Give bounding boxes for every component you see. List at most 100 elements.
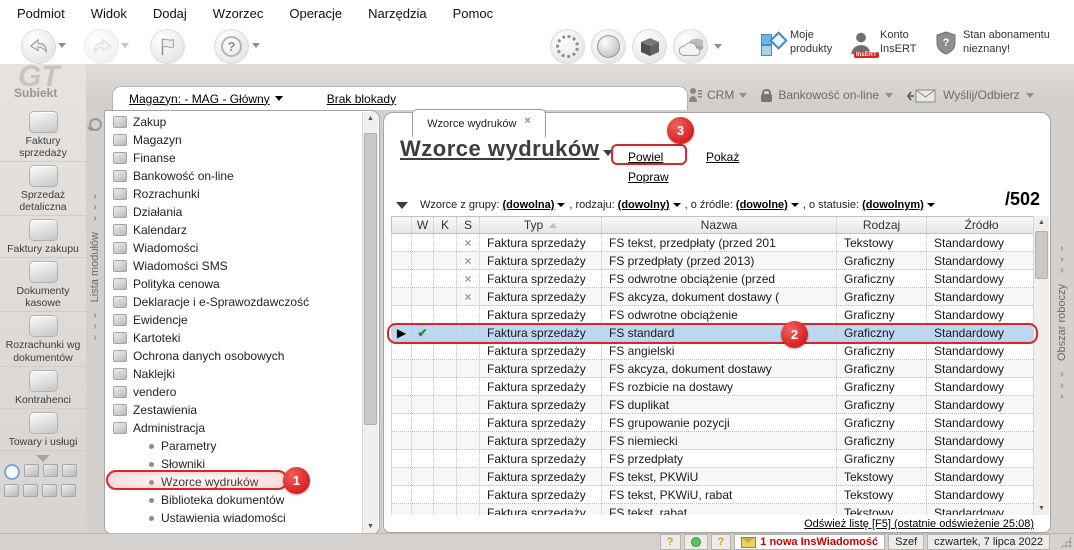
sphere-button[interactable] [591, 29, 626, 64]
filter-value-link[interactable]: (dowolna) [502, 199, 554, 211]
sidebar-item[interactable]: Faktury sprzedaży [0, 108, 86, 163]
module-item[interactable]: Ewidencje [107, 311, 361, 329]
column-header[interactable]: S [457, 217, 480, 233]
moje-produkty-button[interactable]: Moje produkty [760, 29, 832, 57]
inswiadomosc-button[interactable]: 1 nowa InsWiadomość [734, 534, 886, 550]
tab-close-icon[interactable]: × [524, 115, 530, 127]
module-sub-item[interactable]: Biblioteka dokumentów [107, 491, 361, 509]
module-sub-item[interactable]: Parametry [107, 437, 361, 455]
menu-item[interactable]: Pomoc [440, 2, 506, 25]
module-item[interactable]: Kartoteki [107, 329, 361, 347]
sidebar-more-chevron[interactable] [36, 454, 50, 462]
table-row[interactable]: Faktura sprzedaży FS angielski Graficzny… [392, 342, 1035, 360]
sync-button[interactable] [550, 29, 585, 64]
help-status-button[interactable]: ? [710, 534, 732, 550]
menu-item[interactable]: Widok [78, 2, 140, 25]
module-sub-item[interactable]: Ustawienia wiadomości [107, 509, 361, 527]
table-row[interactable]: Faktura sprzedaży FS tekst, PKWiU Teksto… [392, 468, 1035, 486]
column-header[interactable]: Typ [480, 217, 602, 233]
mini-module-icon[interactable] [4, 463, 20, 480]
module-item[interactable]: Finanse [107, 149, 361, 167]
filter-value-link[interactable]: (dowolnym) [862, 199, 924, 211]
module-item[interactable]: Wiadomości SMS [107, 257, 361, 275]
module-item[interactable]: Rozrachunki [107, 185, 361, 203]
forward-button[interactable] [84, 29, 119, 64]
sidebar-item[interactable]: Kontrahenci [0, 367, 86, 409]
konto-insert-button[interactable]: InsERT Konto InsERT [848, 29, 916, 58]
cube-button[interactable] [632, 29, 667, 64]
scroll-up-icon[interactable]: ▲ [367, 112, 374, 125]
module-strip-label[interactable]: Lista modułów [89, 232, 101, 302]
table-row[interactable]: × Faktura sprzedaży FS odwrotne obciążen… [392, 270, 1035, 288]
module-item[interactable]: Działania [107, 203, 361, 221]
filter-caret-icon[interactable] [557, 203, 566, 207]
module-item[interactable]: Deklaracje i e-Sprawozdawczość [107, 293, 361, 311]
filter-caret-icon[interactable] [926, 203, 935, 207]
mini-module-icon[interactable] [24, 463, 39, 477]
column-header[interactable]: Rodzaj [837, 217, 927, 233]
help-dropdown-caret[interactable] [252, 43, 260, 48]
module-item[interactable]: Zakup [107, 113, 361, 131]
sidebar-item[interactable]: Rozrachunki wg dokumentów [0, 312, 86, 367]
scrollbar-thumb[interactable] [364, 133, 377, 425]
module-item[interactable]: Ochrona danych osobowych [107, 347, 361, 365]
wyslij-odbierz-button[interactable]: Wyślij/Odbierz [907, 86, 1034, 104]
popraw-link[interactable]: Popraw [628, 170, 669, 184]
mini-module-icon[interactable] [62, 463, 77, 477]
module-list-scrollbar[interactable]: ▲ ▼ [362, 112, 378, 533]
table-row[interactable]: Faktura sprzedaży FS niemiecki Graficzny… [392, 432, 1035, 450]
table-row[interactable]: Faktura sprzedaży FS rozbicie na dostawy… [392, 378, 1035, 396]
module-item[interactable]: Administracja [107, 419, 361, 437]
crm-button[interactable]: CRM [688, 87, 748, 103]
stan-abonamentu-button[interactable]: ? Stan abonamentu nieznany! [935, 29, 1050, 57]
column-header[interactable]: Nazwa [602, 217, 837, 233]
workspace-strip-label[interactable]: Obszar roboczy [1056, 284, 1068, 361]
sidebar-item[interactable]: Dokumenty kasowe [0, 258, 86, 313]
mini-module-icon[interactable] [42, 483, 57, 497]
column-header[interactable] [392, 217, 412, 233]
filter-caret-icon[interactable] [672, 203, 681, 207]
scrollbar-thumb[interactable] [1035, 231, 1048, 279]
column-header[interactable]: W [412, 217, 434, 233]
module-item[interactable]: Kalendarz [107, 221, 361, 239]
help-status-button[interactable]: ? [659, 534, 681, 550]
filter-caret-icon[interactable] [790, 203, 799, 207]
scroll-down-icon[interactable]: ▼ [367, 520, 374, 533]
sidebar-item[interactable]: Faktury zakupu [0, 216, 86, 259]
table-row[interactable]: × Faktura sprzedaży FS przedpłaty (przed… [392, 252, 1035, 270]
table-row[interactable]: Faktura sprzedaży FS tekst, rabat Teksto… [392, 504, 1035, 515]
mini-module-icon[interactable] [61, 483, 76, 497]
back-button[interactable] [21, 29, 56, 64]
brak-blokady-link[interactable]: Brak blokady [327, 92, 396, 106]
page-title[interactable]: Wzorce wydruków [400, 136, 614, 162]
scroll-up-icon[interactable]: ▲ [1038, 216, 1045, 229]
flag-button[interactable] [150, 29, 185, 64]
module-item[interactable]: Bankowość on-line [107, 167, 361, 185]
menu-item[interactable]: Dodaj [140, 2, 200, 25]
cloud-database-button[interactable] [673, 29, 708, 64]
filter-value-link[interactable]: (dowolne) [736, 199, 788, 211]
table-row[interactable]: Faktura sprzedaży FS akcyza, dokument do… [392, 360, 1035, 378]
scroll-down-icon[interactable]: ▼ [1038, 502, 1045, 515]
table-row[interactable]: × Faktura sprzedaży FS akcyza, dokument … [392, 288, 1035, 306]
table-row[interactable]: Faktura sprzedaży FS duplikat Graficzny … [392, 396, 1035, 414]
magazyn-dropdown-caret[interactable] [274, 96, 283, 101]
bankowosc-button[interactable]: Bankowość on-line [761, 88, 894, 102]
help-button[interactable]: ? [214, 29, 249, 64]
menu-item[interactable]: Wzorzec [200, 2, 277, 25]
pokaz-link[interactable]: Pokaż [706, 150, 739, 164]
table-row[interactable]: Faktura sprzedaży FS przedpłaty Graficzn… [392, 450, 1035, 468]
sidebar-item[interactable]: Towary i usługi [0, 409, 86, 451]
user-cell[interactable]: Szef [888, 534, 925, 550]
back-dropdown-caret[interactable] [58, 43, 66, 48]
column-header[interactable]: K [434, 217, 457, 233]
refresh-list-link[interactable]: Odśwież listę [F5] (ostatnie odświeżenie… [804, 518, 1034, 530]
menu-item[interactable]: Narzędzia [355, 2, 440, 25]
menu-item[interactable]: Operacje [276, 2, 355, 25]
table-row[interactable]: Faktura sprzedaży FS grupowanie pozycji … [392, 414, 1035, 432]
module-item[interactable]: Zestawienia [107, 401, 361, 419]
module-item[interactable]: Magazyn [107, 131, 361, 149]
table-row[interactable]: Faktura sprzedaży FS odwrotne obciążenie… [392, 306, 1035, 324]
filter-funnel-icon[interactable] [396, 201, 408, 209]
menu-item[interactable]: Podmiot [4, 2, 78, 25]
